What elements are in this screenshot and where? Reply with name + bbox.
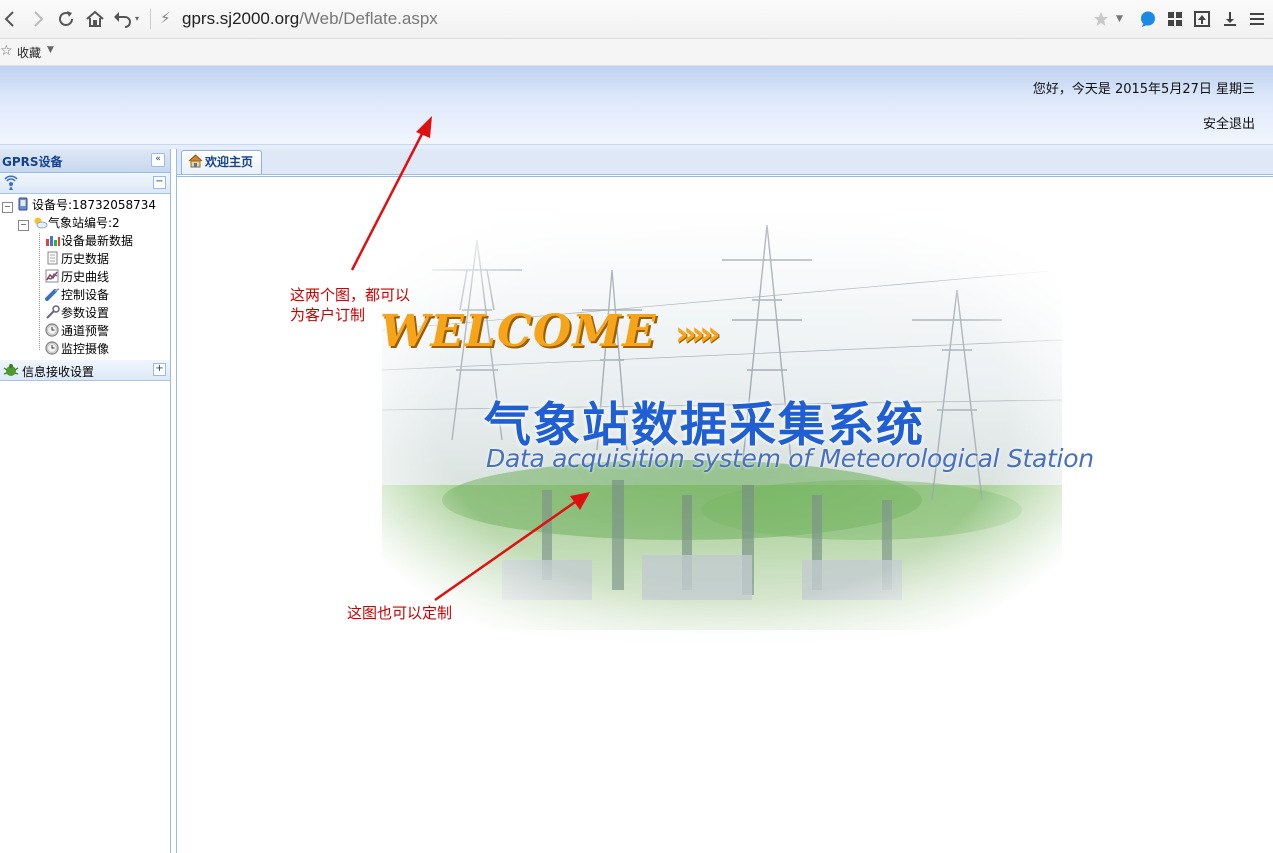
annotation-arrowhead-2 xyxy=(570,492,590,510)
annotation-note-1: 这两个图，都可以 为客户订制 xyxy=(290,285,410,325)
annotation-arrow-1 xyxy=(350,129,426,271)
annotation-note-2: 这图也可以定制 xyxy=(347,604,453,622)
annotation-arrows xyxy=(350,116,590,602)
annotation-line: 这两个图，都可以 xyxy=(290,286,411,304)
annotation-line: 为客户订制 xyxy=(290,306,366,324)
annotation-arrow-2 xyxy=(434,498,579,602)
annotation-arrowhead-1 xyxy=(416,116,432,138)
